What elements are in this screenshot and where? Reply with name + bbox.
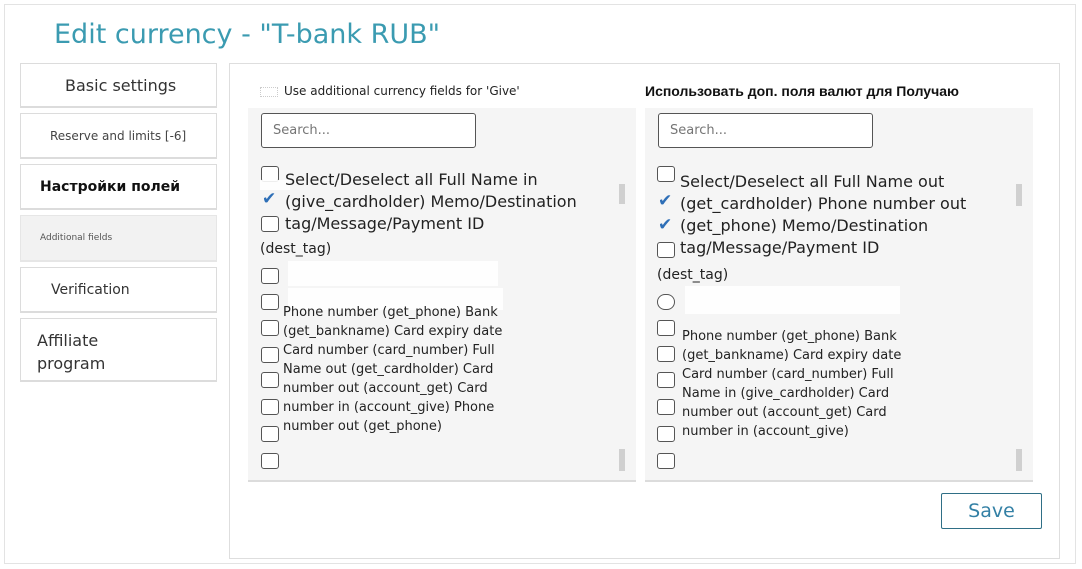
get-checkbox[interactable] bbox=[657, 346, 675, 362]
get-search-input[interactable] bbox=[658, 113, 873, 148]
give-checkbox[interactable] bbox=[261, 347, 279, 363]
get-option-text: tag/Message/Payment ID bbox=[680, 238, 880, 257]
get-option-text: Phone number (get_phone) Bank bbox=[682, 329, 897, 344]
scrollbar-thumb[interactable] bbox=[619, 184, 625, 204]
get-checkbox[interactable] bbox=[657, 294, 675, 310]
get-checkbox-full-name[interactable] bbox=[657, 191, 675, 211]
scrollbar-thumb[interactable] bbox=[619, 449, 625, 471]
get-option-text: Select/Deselect all Full Name out bbox=[680, 172, 945, 191]
get-option-text: number in (account_give) bbox=[682, 424, 849, 439]
sidebar-item-verification[interactable]: Verification bbox=[20, 267, 217, 313]
page-title: Edit currency - "T-bank RUB" bbox=[54, 19, 441, 50]
give-option-text: Card number (card_number) Full bbox=[283, 343, 495, 358]
get-option-text: (get_bankname) Card expiry date bbox=[682, 348, 902, 363]
sidebar-item-label: Verification bbox=[51, 282, 130, 298]
get-option-text: number out (account_get) Card bbox=[682, 405, 887, 420]
sidebar-item-label: Настройки полей bbox=[40, 179, 181, 195]
get-fields-header: Использовать доп. поля валют для Получаю bbox=[645, 83, 959, 99]
get-checkbox-memo[interactable] bbox=[657, 242, 675, 258]
give-option-text: tag/Message/Payment ID bbox=[285, 214, 485, 233]
sidebar-item-label: Additional fields bbox=[40, 233, 113, 243]
give-search-input[interactable] bbox=[261, 113, 476, 148]
give-checkbox[interactable] bbox=[261, 426, 279, 442]
give-fields-list[interactable]: Select/Deselect all Full Name in (give_c… bbox=[248, 108, 636, 482]
sidebar-item-label: Affiliate program bbox=[37, 331, 106, 373]
get-option-text: Card number (card_number) Full bbox=[682, 367, 894, 382]
sidebar-item-reserve-limits[interactable]: Reserve and limits [-6] bbox=[20, 113, 217, 159]
give-checkbox-full-name[interactable] bbox=[261, 189, 279, 209]
get-checkbox-select-all[interactable] bbox=[657, 166, 675, 182]
give-fields-checkbox[interactable] bbox=[260, 86, 278, 97]
give-checkbox[interactable] bbox=[261, 294, 279, 310]
blank-row bbox=[685, 286, 900, 314]
sidebar-item-basic-settings[interactable]: Basic settings bbox=[20, 63, 217, 108]
save-button[interactable]: Save bbox=[941, 493, 1042, 529]
get-checkbox[interactable] bbox=[657, 399, 675, 415]
get-fields-list[interactable]: Select/Deselect all Full Name out (get_c… bbox=[645, 108, 1033, 482]
get-checkbox-phone[interactable] bbox=[657, 215, 675, 235]
give-option-text: Select/Deselect all Full Name in bbox=[285, 170, 538, 189]
give-option-text: (give_cardholder) Memo/Destination bbox=[285, 192, 577, 211]
sidebar-item-label: Reserve and limits [-6] bbox=[50, 129, 187, 143]
give-option-text: number out (get_phone) bbox=[283, 419, 442, 434]
give-checkbox[interactable] bbox=[261, 453, 279, 469]
get-option-text: (dest_tag) bbox=[657, 267, 729, 283]
scrollbar-thumb[interactable] bbox=[1016, 449, 1022, 471]
give-option-text: number out (account_get) Card bbox=[283, 381, 488, 396]
blank-row bbox=[288, 261, 498, 286]
give-fields-toggle[interactable]: Use additional currency fields for 'Give… bbox=[260, 84, 520, 98]
scrollbar-thumb[interactable] bbox=[1016, 184, 1022, 206]
give-option-text: number in (account_give) Phone bbox=[283, 400, 495, 415]
get-checkbox[interactable] bbox=[657, 453, 675, 469]
give-option-text: (dest_tag) bbox=[260, 241, 332, 257]
sidebar-item-label: Basic settings bbox=[65, 76, 177, 95]
get-checkbox[interactable] bbox=[657, 372, 675, 388]
sidebar-item-field-settings[interactable]: Настройки полей bbox=[20, 164, 217, 210]
sidebar-item-additional-fields[interactable]: Additional fields bbox=[20, 215, 217, 262]
get-option-text: (get_phone) Memo/Destination bbox=[680, 216, 929, 235]
give-option-text: Phone number (get_phone) Bank bbox=[283, 305, 498, 320]
get-checkbox[interactable] bbox=[657, 320, 675, 336]
sidebar-item-affiliate-program[interactable]: Affiliate program bbox=[20, 318, 217, 382]
give-checkbox[interactable] bbox=[261, 372, 279, 388]
give-checkbox[interactable] bbox=[261, 320, 279, 336]
give-option-text: Name out (get_cardholder) Card bbox=[283, 362, 494, 377]
give-fields-header: Use additional currency fields for 'Give… bbox=[284, 84, 520, 98]
get-checkbox[interactable] bbox=[657, 426, 675, 442]
give-checkbox-memo[interactable] bbox=[261, 216, 279, 232]
give-checkbox[interactable] bbox=[261, 399, 279, 415]
give-option-text: (get_bankname) Card expiry date bbox=[283, 324, 503, 339]
get-option-text: Name in (give_cardholder) Card bbox=[682, 386, 890, 401]
get-option-text: (get_cardholder) Phone number out bbox=[680, 194, 967, 213]
give-checkbox[interactable] bbox=[261, 268, 279, 284]
